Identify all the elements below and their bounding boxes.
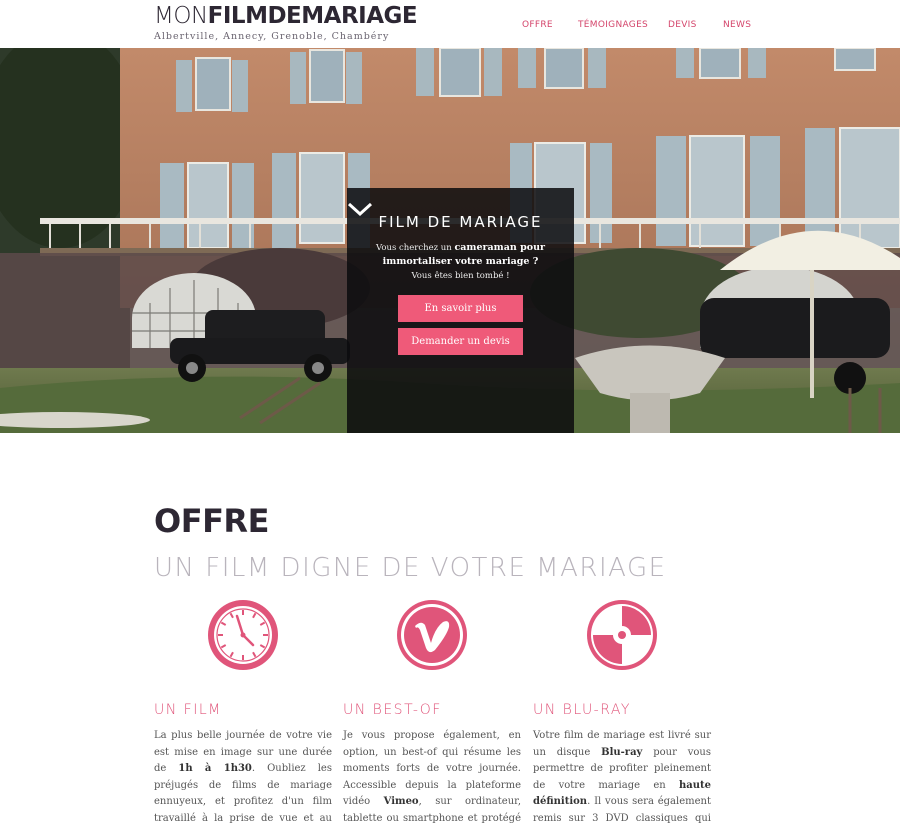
hero-line1-bold: cameraman pour (454, 242, 545, 253)
nav-item-devis[interactable]: DEVIS (668, 20, 697, 30)
offer-column-blu-ray: UN BLU-RAY Votre film de mariage est liv… (533, 598, 711, 825)
learn-more-button[interactable]: En savoir plus (398, 295, 523, 322)
section-title-offre: OFFRE (154, 502, 269, 540)
disc-icon (587, 600, 657, 670)
offer-title-film: UN FILM (154, 702, 222, 718)
hero-line2-bold: immortaliser votre mariage ? (382, 256, 539, 267)
hero-line3: Vous êtes bien tombé ! (411, 271, 510, 281)
offer-text-film: La plus belle journée de votre vie est m… (154, 728, 332, 825)
request-quote-button[interactable]: Demander un devis (398, 328, 523, 355)
nav-item-news[interactable]: NEWS (723, 20, 751, 30)
clock-icon (208, 600, 278, 670)
hero-overlay-box: FILM DE MARIAGE Vous cherchez un cameram… (347, 188, 574, 433)
offer-text-best-of: Je vous propose également, en option, un… (343, 728, 521, 825)
offer-column-film: UN FILM La plus belle journée de votre v… (154, 598, 332, 825)
text-bold-segment: Vimeo (383, 796, 419, 807)
offer-title-blu-ray: UN BLU-RAY (533, 702, 631, 718)
text-bold-segment: Blu-ray (601, 746, 643, 758)
nav-item-offre[interactable]: OFFRE (522, 20, 553, 30)
hero-title: FILM DE MARIAGE (378, 213, 543, 231)
hero-intro-text: Vous cherchez un cameraman pour immortal… (347, 241, 574, 283)
chevron-down-icon[interactable] (347, 201, 373, 217)
offer-column-best-of: UN BEST-OF Je vous propose également, en… (343, 598, 521, 825)
site-header: MONFILMDEMARIAGE Albertville, Annecy, Gr… (0, 0, 900, 48)
text-bold-segment: 1h à 1h30 (178, 763, 252, 774)
hero-banner: FILM DE MARIAGE Vous cherchez un cameram… (0, 48, 900, 433)
section-subtitle: UN FILM DIGNE DE VOTRE MARIAGE (154, 553, 667, 583)
nav-item-temoignages[interactable]: TÉMOIGNAGES (578, 20, 648, 30)
vimeo-icon (397, 600, 467, 670)
hero-line1-prefix: Vous cherchez un (376, 243, 455, 253)
main-nav: OFFRE TÉMOIGNAGES DEVIS NEWS (0, 20, 900, 34)
offer-title-best-of: UN BEST-OF (343, 702, 442, 718)
offer-text-blu-ray: Votre film de mariage est livré sur un d… (533, 728, 711, 825)
